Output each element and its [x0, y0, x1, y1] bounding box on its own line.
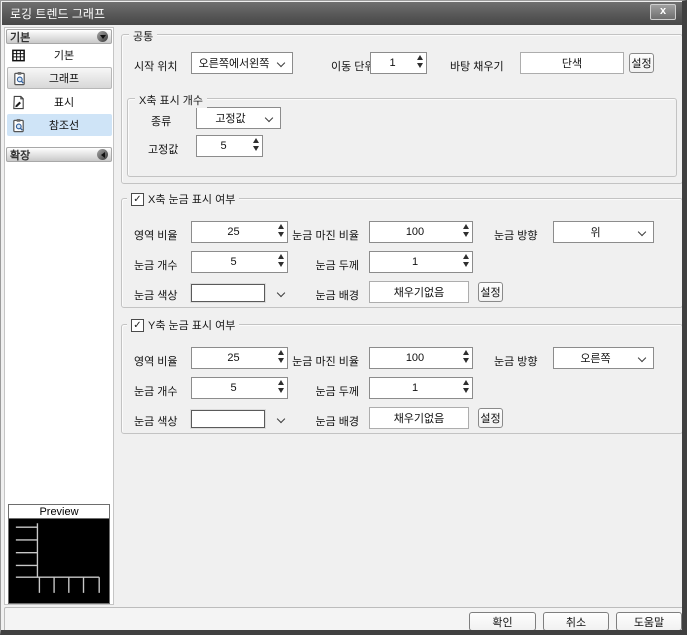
- clipboard-search-icon: [13, 118, 24, 132]
- spinner-arrows[interactable]: [463, 254, 469, 267]
- x-tick-thickness-spinner[interactable]: 1: [369, 251, 473, 273]
- fixed-value-label: 고정값: [148, 144, 179, 156]
- x-ticks-group-label: X축 눈금 표시 여부: [148, 194, 236, 206]
- preview-title: Preview: [9, 505, 109, 519]
- move-unit-label: 이동 단위: [331, 61, 375, 73]
- sidebar-item-display[interactable]: 표시: [7, 91, 112, 113]
- sidebar-item-graph[interactable]: 그래프: [7, 67, 112, 89]
- spinner-up-icon: [463, 380, 469, 385]
- spinner-arrows[interactable]: [463, 350, 469, 363]
- spinner-arrows[interactable]: [463, 224, 469, 237]
- spinner-down-icon: [463, 232, 469, 237]
- check-icon: ✓: [133, 319, 142, 331]
- sidebar-group-extension-header[interactable]: 확장: [6, 147, 112, 162]
- y-tick-background-settings-button[interactable]: 설정: [478, 408, 503, 428]
- x-tick-direction-combobox[interactable]: 위: [553, 221, 654, 243]
- sidebar-item-label: 참조선: [48, 120, 80, 132]
- spinner-down-icon: [463, 358, 469, 363]
- close-button[interactable]: x: [650, 4, 676, 20]
- spinner-down-icon: [463, 262, 469, 267]
- dialog-window: 로깅 트렌드 그래프 x 기본 기본 그래프 표시 참조선 확장 Preview…: [0, 0, 687, 635]
- y-tick-count-label: 눈금 개수: [134, 386, 178, 398]
- chevron-left-icon: [100, 151, 105, 158]
- sidebar-item-label: 기본: [53, 50, 75, 62]
- x-area-ratio-label: 영역 비율: [134, 230, 178, 242]
- check-icon: ✓: [133, 193, 142, 205]
- preview-axes-sketch: [15, 523, 100, 593]
- x-tick-color-label: 눈금 색상: [134, 290, 178, 302]
- footer-bar: 확인 취소 도움말: [4, 607, 682, 630]
- cancel-button[interactable]: 취소: [543, 612, 609, 630]
- sidebar-item-basic[interactable]: 기본: [7, 44, 112, 66]
- y-margin-ratio-spinner[interactable]: 100: [369, 347, 473, 369]
- chevron-down-icon: [637, 353, 647, 363]
- y-tick-background-label: 눈금 배경: [315, 416, 359, 428]
- x-margin-ratio-spinner[interactable]: 100: [369, 221, 473, 243]
- x-tick-background-settings-button[interactable]: 설정: [478, 282, 503, 302]
- y-tick-thickness-spinner[interactable]: 1: [369, 377, 473, 399]
- x-display-count-group-label: X축 표시 개수: [135, 92, 208, 108]
- x-ticks-group-legend: ✓ X축 눈금 표시 여부: [127, 191, 240, 207]
- expand-button[interactable]: [97, 149, 108, 160]
- close-icon: x: [659, 5, 667, 17]
- fixed-value-spinner[interactable]: 5: [196, 135, 263, 157]
- window-title: 로깅 트렌드 그래프: [10, 7, 105, 21]
- move-unit-spinner[interactable]: 1: [370, 52, 427, 74]
- spinner-up-icon: [417, 55, 423, 60]
- title-bar[interactable]: 로깅 트렌드 그래프: [2, 2, 682, 25]
- spinner-arrows[interactable]: [463, 380, 469, 393]
- y-tick-color-label: 눈금 색상: [134, 416, 178, 428]
- sidebar-item-label: 표시: [53, 97, 75, 109]
- sidebar-item-reference-line[interactable]: 참조선: [7, 114, 112, 136]
- spinner-down-icon: [463, 388, 469, 393]
- chevron-down-icon: [637, 227, 647, 237]
- start-position-label: 시작 위치: [134, 61, 178, 73]
- y-margin-ratio-label: 눈금 마진 비율: [292, 356, 359, 368]
- background-fill-settings-button[interactable]: 설정: [629, 53, 654, 73]
- sidebar-group-basic-header[interactable]: 기본: [6, 29, 112, 44]
- spinner-down-icon: [417, 63, 423, 68]
- start-position-combobox[interactable]: 오른쪽에서왼쪽: [191, 52, 293, 74]
- x-ticks-checkbox[interactable]: ✓: [131, 192, 144, 206]
- spinner-up-icon: [253, 138, 259, 143]
- y-tick-background-field[interactable]: 채우기없음: [369, 407, 469, 429]
- y-tick-direction-label: 눈금 방향: [494, 356, 538, 368]
- preview-panel: Preview: [8, 504, 110, 604]
- collapse-button[interactable]: [97, 31, 108, 42]
- x-tick-background-label: 눈금 배경: [315, 290, 359, 302]
- y-area-ratio-label: 영역 비율: [134, 356, 178, 368]
- ok-button[interactable]: 확인: [469, 612, 536, 630]
- x-tick-background-field[interactable]: 채우기없음: [369, 281, 469, 303]
- chevron-down-icon: [99, 34, 106, 39]
- x-tick-count-label: 눈금 개수: [134, 260, 178, 272]
- color-swatch: [191, 284, 265, 302]
- y-tick-direction-combobox[interactable]: 오른쪽: [553, 347, 654, 369]
- chevron-down-icon: [264, 113, 274, 123]
- y-tick-thickness-label: 눈금 두께: [315, 386, 359, 398]
- page-edit-icon: [13, 95, 24, 109]
- color-swatch: [191, 410, 265, 428]
- y-ticks-group-label: Y축 눈금 표시 여부: [148, 320, 236, 332]
- type-label: 종류: [151, 116, 172, 128]
- type-combobox[interactable]: 고정값: [196, 107, 281, 129]
- x-tick-thickness-label: 눈금 두께: [315, 260, 359, 272]
- y-ticks-group-legend: ✓ Y축 눈금 표시 여부: [127, 317, 240, 333]
- y-ticks-checkbox[interactable]: ✓: [131, 318, 144, 332]
- spinner-down-icon: [253, 146, 259, 151]
- common-group-label: 공통: [129, 28, 158, 44]
- spinner-arrows[interactable]: [417, 55, 423, 68]
- x-tick-direction-label: 눈금 방향: [494, 230, 538, 242]
- spinner-up-icon: [463, 254, 469, 259]
- clipboard-search-icon: [14, 71, 25, 85]
- help-button[interactable]: 도움말: [616, 612, 682, 630]
- x-margin-ratio-label: 눈금 마진 비율: [292, 230, 359, 242]
- sidebar-item-label: 그래프: [48, 73, 80, 85]
- background-fill-field[interactable]: 단색: [520, 52, 624, 74]
- spinner-up-icon: [463, 350, 469, 355]
- spinner-up-icon: [463, 224, 469, 229]
- spinner-arrows[interactable]: [253, 138, 259, 151]
- sidebar: 기본 기본 그래프 표시 참조선 확장 Preview: [4, 27, 114, 605]
- background-fill-label: 바탕 채우기: [450, 61, 504, 73]
- table-icon: [12, 49, 25, 61]
